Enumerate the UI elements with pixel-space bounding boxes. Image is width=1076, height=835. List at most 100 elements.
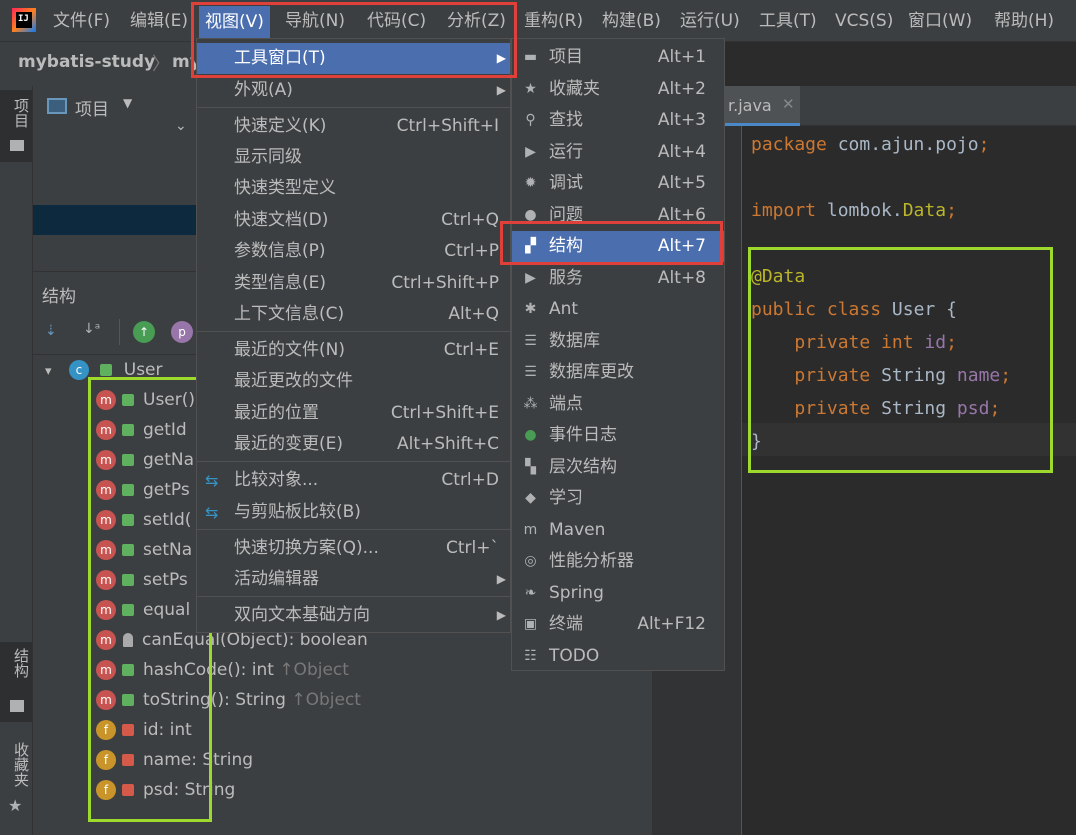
- view-menu-item[interactable]: 外观(A) ▶: [197, 75, 510, 106]
- tool-window-item[interactable]: m Maven: [512, 515, 724, 546]
- dropdown-arrow-icon[interactable]: ▼: [123, 96, 132, 110]
- show-properties-icon[interactable]: p: [171, 321, 193, 343]
- tool-window-item[interactable]: ◎ 性能分析器: [512, 546, 724, 577]
- sort-by-visibility-icon[interactable]: ⇣: [45, 323, 57, 339]
- run-icon: ▶: [525, 143, 536, 160]
- sort-alphabetically-icon[interactable]: ↓ᵃ: [83, 321, 100, 337]
- menu-8[interactable]: 运行(U): [680, 0, 740, 42]
- left-tool-strip: 项目 结构 收藏夹 ★: [0, 86, 33, 835]
- search-icon: ⚲: [525, 112, 536, 128]
- maven-icon: m: [523, 521, 538, 538]
- tool-window-item[interactable]: ● 事件日志: [512, 420, 724, 451]
- view-menu-item[interactable]: 类型信息(E) Ctrl+Shift+P: [197, 268, 510, 299]
- menu-item-label: Maven: [549, 519, 606, 540]
- view-menu-item[interactable]: 显示同级: [197, 142, 510, 173]
- menu-item-shortcut: Ctrl+P: [444, 241, 499, 261]
- tool-window-item[interactable]: ◆ 学习: [512, 483, 724, 514]
- tool-window-item[interactable]: ▶ 运行 Alt+4: [512, 137, 724, 168]
- class-icon: c: [68, 360, 89, 380]
- submenu-arrow-icon: ▶: [496, 608, 506, 622]
- code-token: import: [751, 200, 827, 221]
- tool-window-item[interactable]: ✹ 调试 Alt+5: [512, 168, 724, 199]
- menu-item-shortcut: Ctrl+`: [446, 538, 499, 558]
- view-menu-item[interactable]: 最近的位置 Ctrl+Shift+E: [197, 398, 510, 429]
- code-token: lombok.: [826, 200, 903, 221]
- selected-tree-row[interactable]: [33, 205, 196, 235]
- menu-item-label: 事件日志: [549, 425, 617, 445]
- view-menu-item[interactable]: 最近的文件(N) Ctrl+E: [197, 335, 510, 366]
- tool-window-item[interactable]: ✱ Ant: [512, 294, 724, 325]
- menu-6[interactable]: 重构(R): [524, 0, 583, 42]
- tool-window-item[interactable]: ☰ 数据库: [512, 326, 724, 357]
- view-menu-item[interactable]: 快速文档(D) Ctrl+Q: [197, 205, 510, 236]
- menu-item-label: 类型信息(E): [234, 273, 327, 293]
- project-view-icon: [47, 98, 67, 114]
- diff-icon: ⇆: [205, 471, 219, 490]
- view-menu-item[interactable]: 快速类型定义: [197, 173, 510, 204]
- breadcrumb-project[interactable]: mybatis-study: [18, 52, 155, 72]
- menu-item-label: Ant: [549, 299, 579, 319]
- menu-item-label: 收藏夹: [549, 78, 600, 99]
- menu-item-label: 最近更改的文件: [234, 371, 353, 391]
- menu-item-label: 快速定义(K): [234, 116, 327, 136]
- tool-window-item[interactable]: ⁂ 端点: [512, 389, 724, 420]
- view-menu-item[interactable]: 上下文信息(C) Alt+Q: [197, 299, 510, 330]
- view-menu-item[interactable]: 与剪贴板比较(B) ⇆: [197, 497, 510, 528]
- editor-tab[interactable]: r.java ✕: [720, 86, 800, 126]
- menu-item-label: 上下文信息(C): [234, 304, 345, 324]
- view-menu-item[interactable]: 最近更改的文件: [197, 366, 510, 397]
- structure-icon: [10, 700, 24, 712]
- view-menu-item[interactable]: 快速定义(K) Ctrl+Shift+I: [197, 111, 510, 142]
- view-menu-item[interactable]: 最近的变更(E) Alt+Shift+C: [197, 429, 510, 460]
- menu-item-shortcut: Alt+Shift+C: [396, 434, 499, 454]
- menu-item-label: 最近的文件(N): [234, 340, 345, 360]
- project-panel: 项目 ▼ ⌄: [33, 86, 196, 271]
- menu-10[interactable]: VCS(S): [835, 0, 893, 42]
- menu-item-label: 终端: [549, 614, 583, 634]
- chevron-down-icon[interactable]: ▾: [45, 364, 52, 379]
- menu-item-shortcut: Alt+4: [657, 141, 706, 162]
- learn-icon: ◆: [525, 490, 536, 506]
- project-view-title[interactable]: 项目: [75, 95, 109, 120]
- view-menu-item[interactable]: 参数信息(P) Ctrl+P: [197, 236, 510, 267]
- tool-window-item[interactable]: ▚ 层次结构: [512, 452, 724, 483]
- tool-tab-project[interactable]: 项目: [0, 90, 32, 162]
- menu-item-label: 端点: [549, 393, 583, 414]
- menu-item-shortcut: Ctrl+D: [441, 470, 499, 490]
- menu-separator: [197, 461, 510, 462]
- menu-item-label: 调试: [549, 173, 583, 193]
- close-icon[interactable]: ✕: [782, 95, 795, 113]
- menu-item-shortcut: Alt+F12: [637, 614, 706, 634]
- menu-12[interactable]: 帮助(H): [994, 0, 1054, 42]
- submenu-arrow-icon: ▶: [496, 572, 506, 586]
- tool-window-item[interactable]: ★ 收藏夹 Alt+2: [512, 74, 724, 105]
- tool-window-item[interactable]: ☷ TODO: [512, 641, 724, 672]
- chevron-down-icon[interactable]: ⌄: [175, 118, 187, 134]
- menu-11[interactable]: 窗口(W): [908, 0, 972, 42]
- view-menu-item[interactable]: 活动编辑器 ▶: [197, 564, 510, 595]
- tool-window-item[interactable]: ☰ 数据库更改: [512, 357, 724, 388]
- menu-9[interactable]: 工具(T): [759, 0, 817, 42]
- view-menu-item[interactable]: 快速切换方案(Q)... Ctrl+`: [197, 533, 510, 564]
- menu-7[interactable]: 构建(B): [602, 0, 661, 42]
- tool-tab-structure[interactable]: 结构: [0, 642, 32, 722]
- tool-tab-favorites[interactable]: 收藏夹 ★: [0, 736, 32, 826]
- view-menu-item[interactable]: 比较对象... Ctrl+D ⇆: [197, 465, 510, 496]
- tool-window-item[interactable]: ▣ 终端 Alt+F12: [512, 609, 724, 640]
- tool-window-item[interactable]: ▶ 服务 Alt+8: [512, 263, 724, 294]
- menu-separator: [197, 331, 510, 332]
- member-hint: ↑Object: [279, 660, 349, 680]
- tool-windows-submenu: ▬ 项目 Alt+1 ★ 收藏夹 Alt+2 ⚲ 查找 Alt+3 ▶ 运行 Alt+4 ✹ 调试 Alt+…: [511, 38, 725, 671]
- show-inherited-icon[interactable]: ↑: [133, 321, 155, 343]
- tool-window-item[interactable]: ▬ 项目 Alt+1: [512, 42, 724, 73]
- menu-1[interactable]: 编辑(E): [130, 0, 188, 42]
- menu-item-shortcut: Alt+1: [657, 47, 706, 67]
- tool-window-item[interactable]: ❧ Spring: [512, 578, 724, 609]
- menu-item-label: 外观(A): [234, 80, 293, 100]
- view-menu-item[interactable]: 双向文本基础方向 ▶: [197, 600, 510, 631]
- tool-window-item[interactable]: ⚲ 查找 Alt+3: [512, 105, 724, 136]
- menu-0[interactable]: 文件(F): [53, 0, 110, 42]
- menu-item-label: 运行: [549, 141, 583, 162]
- database-icon: ☰: [524, 332, 537, 349]
